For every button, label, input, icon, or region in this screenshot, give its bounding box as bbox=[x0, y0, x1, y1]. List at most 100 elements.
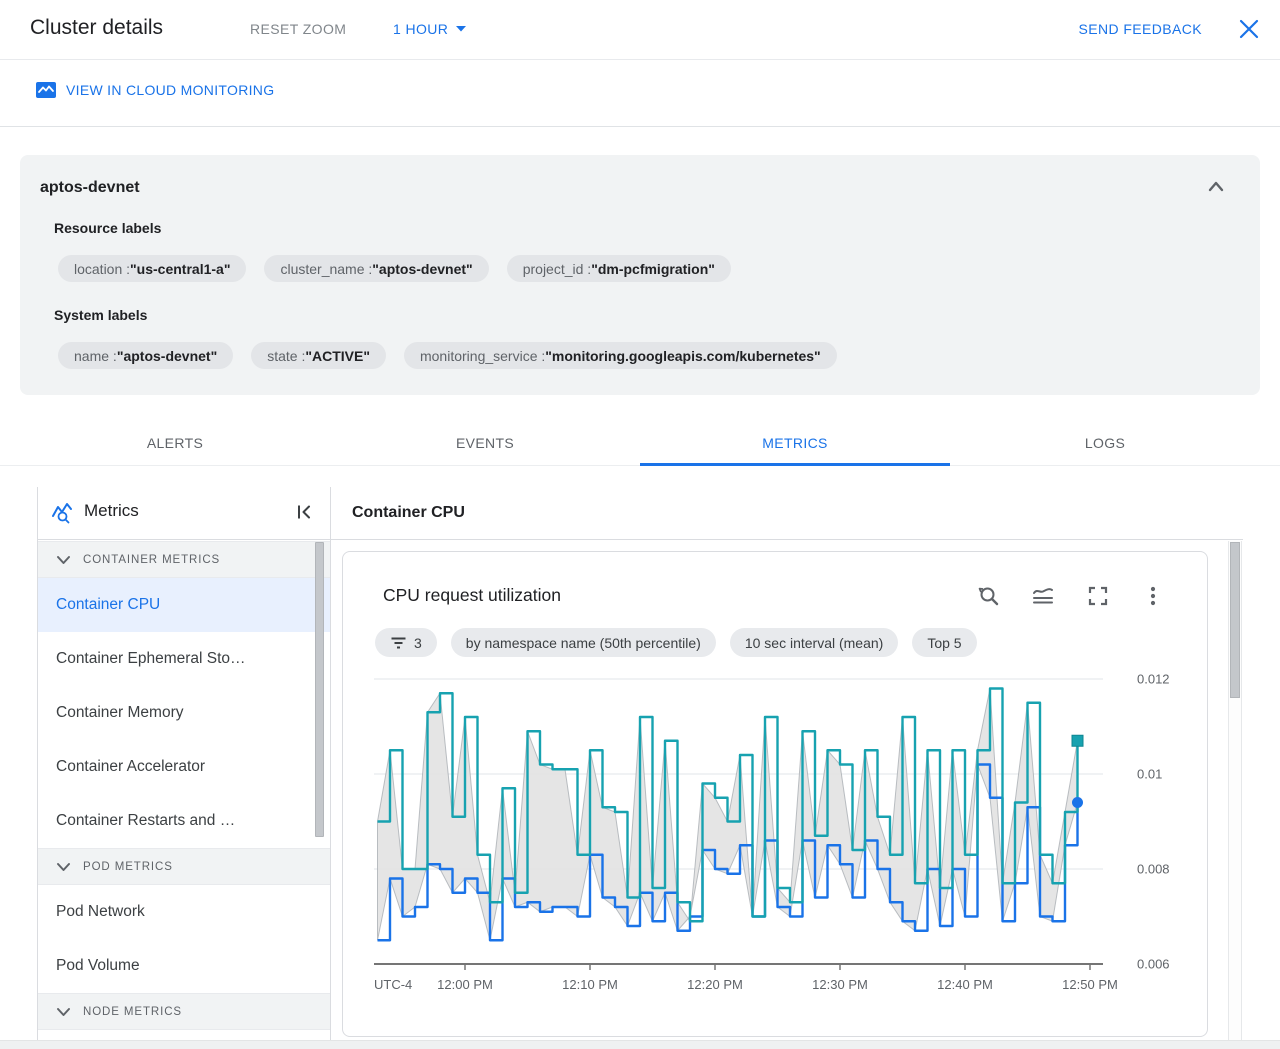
filter-chip-label: 10 sec interval (mean) bbox=[744, 634, 884, 651]
tab-events[interactable]: EVENTS bbox=[330, 420, 640, 466]
label-key: project_id : bbox=[522, 260, 592, 277]
chevron-down-icon bbox=[57, 555, 70, 564]
system-label-chip: state : "ACTIVE" bbox=[251, 342, 386, 369]
filter-chip-0[interactable]: 3 bbox=[375, 628, 437, 657]
reset-zoom-button[interactable]: RESET ZOOM bbox=[250, 21, 346, 37]
chart-title: CPU request utilization bbox=[383, 585, 561, 605]
tab-bar: ALERTS EVENTS METRICS LOGS bbox=[0, 420, 1280, 466]
chart-toolbar bbox=[976, 584, 1165, 608]
chart-type-button[interactable] bbox=[1031, 584, 1055, 608]
tab-logs[interactable]: LOGS bbox=[950, 420, 1260, 466]
metrics-panel-header: Metrics bbox=[38, 487, 330, 539]
sidebar-item-container-memory[interactable]: Container Memory bbox=[38, 686, 330, 740]
filter-chip-1[interactable]: by namespace name (50th percentile) bbox=[450, 628, 716, 657]
chart-fullscreen-button[interactable] bbox=[1086, 584, 1110, 608]
filter-chip-3[interactable]: Top 5 bbox=[912, 628, 977, 657]
system-labels-heading: System labels bbox=[54, 307, 148, 323]
filter-chip-label: 3 bbox=[414, 634, 422, 651]
system-label-chip: monitoring_service : "monitoring.googlea… bbox=[403, 342, 837, 369]
metrics-list: CONTAINER METRICS Container CPU Container … bbox=[38, 541, 330, 1040]
series-end-marker-circle bbox=[1072, 797, 1083, 808]
series-end-marker-square bbox=[1071, 734, 1084, 747]
y-axis-label: 0.012 bbox=[1137, 672, 1170, 687]
x-axis-label: 12:20 PM bbox=[687, 977, 743, 992]
header-row-divider bbox=[37, 539, 1243, 540]
page-scrollbar-track[interactable] bbox=[1228, 541, 1242, 1040]
label-value: "us-central1-a" bbox=[130, 260, 231, 277]
chart-more-button[interactable] bbox=[1141, 584, 1165, 608]
tab-alerts[interactable]: ALERTS bbox=[20, 420, 330, 466]
sidebar-item-pod-volume[interactable]: Pod Volume bbox=[38, 939, 330, 993]
metric-group-header[interactable]: CONTAINER METRICS bbox=[38, 541, 330, 578]
metric-group-header[interactable]: NODE METRICS bbox=[38, 993, 330, 1030]
caret-down-icon bbox=[456, 26, 467, 32]
chevron-up-icon bbox=[1208, 181, 1224, 191]
resource-label-chip: location : "us-central1-a" bbox=[58, 255, 247, 282]
page-header: Cluster details RESET ZOOM 1 HOUR SEND F… bbox=[0, 0, 1280, 60]
metrics-panel-title: Metrics bbox=[84, 501, 139, 520]
x-axis-label: 12:40 PM bbox=[937, 977, 993, 992]
zoom-reset-icon bbox=[978, 587, 999, 606]
label-key: monitoring_service : bbox=[419, 347, 546, 364]
bottom-strip bbox=[0, 1040, 1280, 1049]
x-axis-label: 12:10 PM bbox=[562, 977, 618, 992]
view-in-cloud-monitoring-link[interactable]: VIEW IN CLOUD MONITORING bbox=[36, 82, 274, 98]
label-key: state : bbox=[267, 347, 306, 364]
x-axis-timezone-label: UTC-4 bbox=[374, 977, 412, 992]
sidebar-item-container-ephemeral-sto[interactable]: Container Ephemeral Sto… bbox=[38, 632, 330, 686]
time-range-dropdown[interactable]: 1 HOUR bbox=[393, 21, 467, 37]
metrics-explorer-icon bbox=[50, 500, 76, 531]
filter-chip-label: Top 5 bbox=[927, 634, 962, 651]
metric-group-label: NODE METRICS bbox=[83, 1005, 182, 1018]
cpu-chart-card: 0.006 0.008 0.01 0.012 UTC-4 12:00 PM 12:10 PM… bbox=[342, 551, 1208, 1037]
more-vert-icon bbox=[1150, 586, 1156, 606]
chart-zoom-button[interactable] bbox=[976, 584, 1000, 608]
sidebar-item-container-cpu[interactable]: Container CPU bbox=[38, 578, 330, 632]
metric-group-header[interactable]: POD METRICS bbox=[38, 848, 330, 885]
x-axis-label: 12:50 PM bbox=[1062, 977, 1118, 992]
chevron-down-icon bbox=[57, 1007, 70, 1016]
y-axis-label: 0.008 bbox=[1137, 862, 1170, 877]
filter-list-icon bbox=[391, 637, 406, 648]
collapse-card-button[interactable] bbox=[1204, 175, 1228, 199]
label-key: name : bbox=[74, 347, 117, 364]
label-value: "dm-pcfmigration" bbox=[591, 260, 715, 277]
x-axis-label: 12:00 PM bbox=[437, 977, 493, 992]
close-button[interactable] bbox=[1236, 17, 1262, 43]
cpu-chart[interactable]: 0.006 0.008 0.01 0.012 UTC-4 12:00 PM 12:10 PM… bbox=[343, 552, 1207, 1036]
view-in-cloud-monitoring-label: VIEW IN CLOUD MONITORING bbox=[66, 82, 275, 98]
label-value: "aptos-devnet" bbox=[116, 347, 218, 364]
sidebar-item-pod-network[interactable]: Pod Network bbox=[38, 885, 330, 939]
label-key: cluster_name : bbox=[280, 260, 373, 277]
system-labels-row: name : "aptos-devnet" state : "ACTIVE" mon… bbox=[58, 342, 837, 369]
fullscreen-icon bbox=[1088, 586, 1108, 606]
chevron-down-icon bbox=[57, 862, 70, 871]
area-chart-icon bbox=[1033, 588, 1053, 604]
tab-metrics[interactable]: METRICS bbox=[640, 420, 950, 466]
label-value: "aptos-devnet" bbox=[372, 260, 473, 277]
x-axis-label: 12:30 PM bbox=[812, 977, 868, 992]
cluster-name-title: aptos-devnet bbox=[40, 179, 140, 196]
collapse-left-icon bbox=[298, 505, 310, 518]
sidebar-item-container-accelerator[interactable]: Container Accelerator bbox=[38, 740, 330, 794]
filter-chip-2[interactable]: 10 sec interval (mean) bbox=[729, 628, 899, 657]
sidebar-item-container-restarts-and[interactable]: Container Restarts and … bbox=[38, 794, 330, 848]
page-scrollbar-thumb[interactable] bbox=[1230, 542, 1240, 698]
page-title: Cluster details bbox=[30, 16, 164, 39]
resource-labels-row: location : "us-central1-a" cluster_name :… bbox=[58, 255, 731, 282]
filter-chip-label: by namespace name (50th percentile) bbox=[465, 634, 701, 651]
metric-group-label: CONTAINER METRICS bbox=[83, 553, 221, 566]
system-label-chip: name : "aptos-devnet" bbox=[58, 342, 234, 369]
secondary-toolbar: VIEW IN CLOUD MONITORING bbox=[0, 61, 1280, 127]
sidebar-scrollbar[interactable] bbox=[315, 542, 324, 837]
y-axis-label: 0.01 bbox=[1137, 767, 1162, 782]
y-axis-label: 0.006 bbox=[1137, 957, 1170, 972]
label-value: "monitoring.googleapis.com/kubernetes" bbox=[545, 347, 821, 364]
send-feedback-button[interactable]: SEND FEEDBACK bbox=[1079, 21, 1202, 37]
collapse-panel-button[interactable] bbox=[292, 501, 316, 525]
resource-label-chip: cluster_name : "aptos-devnet" bbox=[264, 255, 489, 282]
resource-label-chip: project_id : "dm-pcfmigration" bbox=[506, 255, 731, 282]
metric-group-label: POD METRICS bbox=[83, 860, 173, 873]
chart-filter-chips: 3 by namespace name (50th percentile) 10 s… bbox=[375, 628, 977, 657]
label-key: location : bbox=[74, 260, 131, 277]
